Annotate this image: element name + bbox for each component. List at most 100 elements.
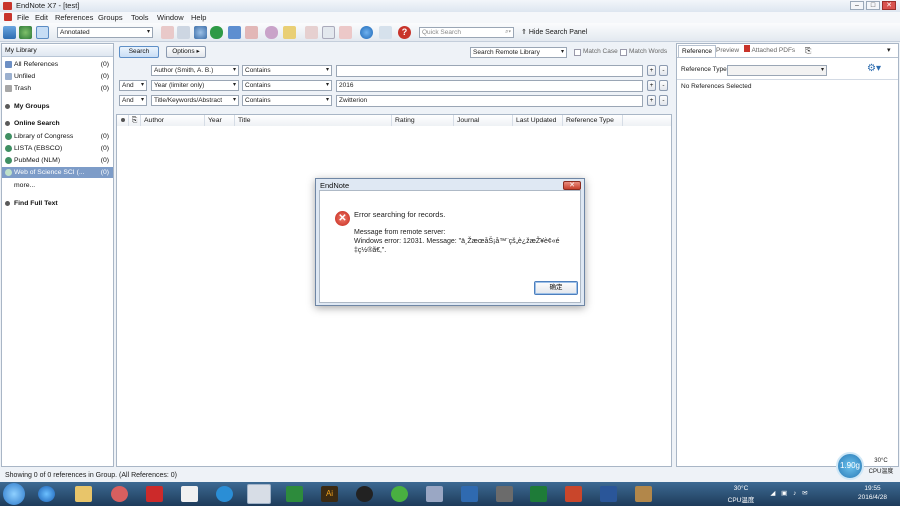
network-app-icon[interactable] — [426, 486, 443, 502]
online-pubmed[interactable]: PubMed (NLM) (0) — [2, 155, 113, 166]
search-operator-select[interactable]: Contains ▾ — [242, 95, 332, 106]
column-year[interactable]: Year — [205, 115, 235, 126]
integrated-library-mode-icon[interactable] — [36, 26, 49, 39]
start-button[interactable] — [3, 483, 25, 505]
xps-icon[interactable] — [181, 486, 198, 502]
new-reference-icon[interactable] — [245, 26, 258, 39]
my-library-header[interactable]: My Library — [2, 45, 113, 57]
open-link-icon[interactable] — [228, 26, 241, 39]
menu-window[interactable]: Window — [157, 13, 184, 22]
menu-tools[interactable]: Tools — [131, 13, 149, 22]
search-field-select[interactable]: Author (Smith, A. B.) ▾ — [151, 65, 239, 76]
app-icon[interactable] — [111, 486, 128, 502]
online-lista[interactable]: LISTA (EBSCO) (0) — [2, 143, 113, 154]
paperclip-icon[interactable]: ⎘ — [805, 46, 811, 56]
search-remote-select[interactable]: Search Remote Library ▾ — [470, 47, 567, 58]
match-words-checkbox[interactable] — [620, 49, 627, 56]
export-icon[interactable] — [339, 26, 352, 39]
remove-row-button[interactable]: - — [659, 95, 668, 106]
ie-icon[interactable] — [38, 486, 55, 502]
maximize-button[interactable]: □ — [866, 1, 880, 10]
group-all-references[interactable]: All References (0) — [2, 59, 113, 70]
minimize-button[interactable]: – — [850, 1, 864, 10]
online-web-of-science[interactable]: Web of Science SCI (... (0) — [2, 167, 113, 178]
read-status-column[interactable] — [117, 115, 129, 126]
clock-time[interactable]: 19:55 — [850, 485, 895, 492]
hide-search-panel-button[interactable]: ⇑ Hide Search Panel — [521, 28, 587, 36]
column-last-updated[interactable]: Last Updated — [513, 115, 563, 126]
menu-edit[interactable]: Edit — [35, 13, 48, 22]
group-unfiled[interactable]: Unfiled (0) — [2, 71, 113, 82]
insert-note-icon[interactable] — [305, 26, 318, 39]
find-full-text-header[interactable]: Find Full Text — [2, 198, 113, 209]
share-icon[interactable] — [379, 26, 392, 39]
menu-references[interactable]: References — [55, 13, 93, 22]
explorer-icon[interactable] — [75, 486, 92, 502]
close-window-button[interactable]: ✕ — [882, 1, 896, 10]
add-row-button[interactable]: + — [647, 95, 656, 106]
search-field-select[interactable]: Year (limiter only) ▾ — [151, 80, 239, 91]
online-search-icon[interactable] — [194, 26, 207, 39]
ok-button[interactable]: 确定 — [534, 281, 578, 295]
format-paper-icon[interactable] — [322, 26, 335, 39]
search-button[interactable]: Search — [119, 46, 159, 58]
tab-attached-pdfs[interactable]: Attached PDFs — [741, 45, 798, 57]
misc-app-icon[interactable] — [635, 486, 652, 502]
menu-help[interactable]: Help — [191, 13, 206, 22]
powerpoint-icon[interactable] — [565, 486, 582, 502]
remove-row-button[interactable]: - — [659, 65, 668, 76]
sync-library-icon[interactable] — [360, 26, 373, 39]
group-trash[interactable]: Trash (0) — [2, 83, 113, 94]
tab-preview[interactable]: Preview — [713, 45, 742, 57]
reference-type-select[interactable]: ▾ — [727, 65, 827, 76]
column-title[interactable]: Title — [235, 115, 392, 126]
column-reference-type[interactable]: Reference Type — [563, 115, 623, 126]
search-field-select[interactable]: Title/Keywords/Abstract ▾ — [151, 95, 239, 106]
ie2-icon[interactable] — [286, 486, 303, 502]
format-bibliography-icon[interactable] — [177, 26, 190, 39]
qq-icon[interactable] — [356, 486, 373, 502]
insert-citation-icon[interactable] — [161, 26, 174, 39]
search-term-input[interactable]: 2016 — [336, 80, 643, 92]
tab-reference[interactable]: Reference — [678, 45, 716, 57]
word-icon[interactable] — [600, 486, 617, 502]
online-search-header[interactable]: Online Search — [2, 118, 113, 129]
tool-icon[interactable] — [461, 486, 478, 502]
add-row-button[interactable]: + — [647, 80, 656, 91]
dialog-close-button[interactable]: ✕ — [563, 181, 581, 190]
illustrator-icon[interactable]: Ai — [321, 486, 338, 502]
search-operator-select[interactable]: Contains ▾ — [242, 80, 332, 91]
options-button[interactable]: Options ▸ — [166, 46, 206, 58]
open-folder-icon[interactable] — [283, 26, 296, 39]
grid-app-icon[interactable] — [496, 486, 513, 502]
match-case-checkbox[interactable] — [574, 49, 581, 56]
online-search-mode-icon[interactable] — [19, 26, 32, 39]
search-operator-select[interactable]: Contains ▾ — [242, 65, 332, 76]
search-term-input[interactable]: Zwitterion — [336, 95, 643, 107]
column-rating[interactable]: Rating — [392, 115, 454, 126]
endnote-task-icon[interactable] — [247, 484, 271, 504]
menu-file[interactable]: File — [17, 13, 29, 22]
add-row-button[interactable]: + — [647, 65, 656, 76]
boolean-select[interactable]: And ▾ — [119, 95, 147, 106]
s-app-icon[interactable] — [216, 486, 233, 502]
sync-icon[interactable] — [265, 26, 278, 39]
excel-icon[interactable] — [530, 486, 547, 502]
help-icon[interactable]: ? — [398, 26, 411, 39]
clock-date[interactable]: 2016/4/28 — [850, 494, 895, 501]
online-more-link[interactable]: more... — [2, 180, 113, 191]
menu-groups[interactable]: Groups — [98, 13, 123, 22]
boolean-select[interactable]: And ▾ — [119, 80, 147, 91]
local-library-mode-icon[interactable] — [3, 26, 16, 39]
gear-icon[interactable]: ⚙▾ — [867, 63, 881, 74]
tray-icons[interactable]: ◢ ▣ ♪ ✉ — [765, 489, 815, 497]
matlab-icon[interactable] — [146, 486, 163, 502]
column-author[interactable]: Author — [141, 115, 205, 126]
output-style-select[interactable]: Annotated ▾ — [57, 27, 153, 38]
my-groups-header[interactable]: My Groups — [2, 101, 113, 112]
search-term-input[interactable] — [336, 65, 643, 77]
cpu-gadget[interactable]: 1.90g — [836, 452, 864, 480]
quick-search-input[interactable]: Quick Search ⌕▾ — [419, 27, 514, 38]
online-library-of-congress[interactable]: Library of Congress (0) — [2, 131, 113, 142]
wechat-icon[interactable] — [391, 486, 408, 502]
